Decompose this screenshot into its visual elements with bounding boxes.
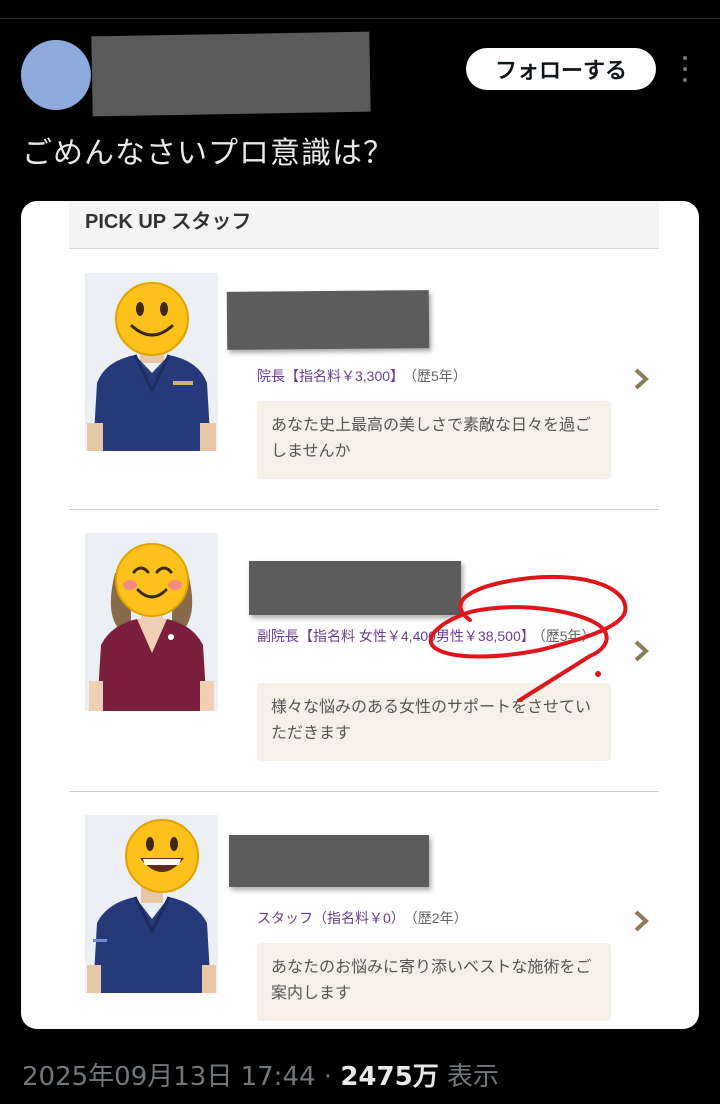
- staff-role: 副院長【指名料 女性￥4,400男性￥38,500】 （歴5年）: [257, 625, 609, 647]
- staff-role: スタッフ（指名料￥0） （歴2年）: [257, 907, 468, 929]
- top-divider: [0, 18, 720, 19]
- view-count: 2475万: [340, 1062, 439, 1092]
- staff-message: 様々な悩みのある女性のサポートをさせていただきます: [257, 683, 611, 761]
- staff-years: （歴2年）: [410, 910, 468, 926]
- more-options-icon[interactable]: [676, 56, 694, 82]
- chevron-right-icon[interactable]: [631, 909, 651, 933]
- staff-role-title: 副院長【指名料 女性￥4,400男性￥38,500】: [257, 628, 535, 644]
- staff-message: あなた史上最高の美しさで素敵な日々を過ごしませんか: [257, 401, 611, 479]
- staff-role-title: スタッフ（指名料￥0）: [257, 910, 405, 926]
- follow-button[interactable]: フォローする: [466, 48, 656, 90]
- chevron-right-icon[interactable]: [631, 639, 651, 663]
- name-redaction: [229, 835, 429, 887]
- screenshot-content: PICK UP スタッフ 院長【指名料￥3,300】 （歴5年） あなた史上最高の…: [69, 201, 659, 1029]
- staff-card-staff: スタッフ（指名料￥0） （歴2年） あなたのお悩みに寄り添いベストな施術をご案内し…: [69, 793, 659, 1029]
- staff-photo: [85, 533, 218, 711]
- section-header: PICK UP スタッフ: [69, 201, 659, 249]
- tweet-meta: 2025年09月13日 17:44 · 2475万 表示: [22, 1056, 499, 1093]
- tweet-media-image[interactable]: PICK UP スタッフ 院長【指名料￥3,300】 （歴5年） あなた史上最高の…: [21, 201, 699, 1029]
- card-divider: [69, 791, 659, 792]
- staff-role-title: 院長【指名料￥3,300】: [257, 368, 405, 384]
- staff-photo: [85, 815, 218, 993]
- staff-role: 院長【指名料￥3,300】 （歴5年）: [257, 365, 467, 387]
- view-count-label: 表示: [446, 1062, 499, 1092]
- section-title: PICK UP スタッフ: [85, 211, 252, 233]
- staff-card-director: 院長【指名料￥3,300】 （歴5年） あなた史上最高の美しさで素敵な日々を過ごし…: [69, 249, 659, 509]
- staff-message: あなたのお悩みに寄り添いベストな施術をご案内します: [257, 943, 611, 1021]
- staff-photo: [85, 273, 218, 451]
- name-redaction: [249, 561, 461, 615]
- username-redaction: [91, 31, 371, 117]
- card-divider: [69, 509, 659, 510]
- staff-card-vice-director: 副院長【指名料 女性￥4,400男性￥38,500】 （歴5年） 様々な悩みのある…: [69, 511, 659, 791]
- meta-separator: ·: [323, 1062, 333, 1092]
- name-redaction: [226, 290, 430, 350]
- tweet-text: ごめんなさいプロ意識は？: [22, 136, 394, 171]
- avatar[interactable]: [21, 40, 91, 110]
- chevron-right-icon[interactable]: [631, 367, 651, 391]
- tweet-date[interactable]: 2025年09月13日 17:44: [22, 1062, 316, 1092]
- staff-years: （歴5年）: [538, 628, 596, 644]
- staff-years: （歴5年）: [410, 368, 467, 384]
